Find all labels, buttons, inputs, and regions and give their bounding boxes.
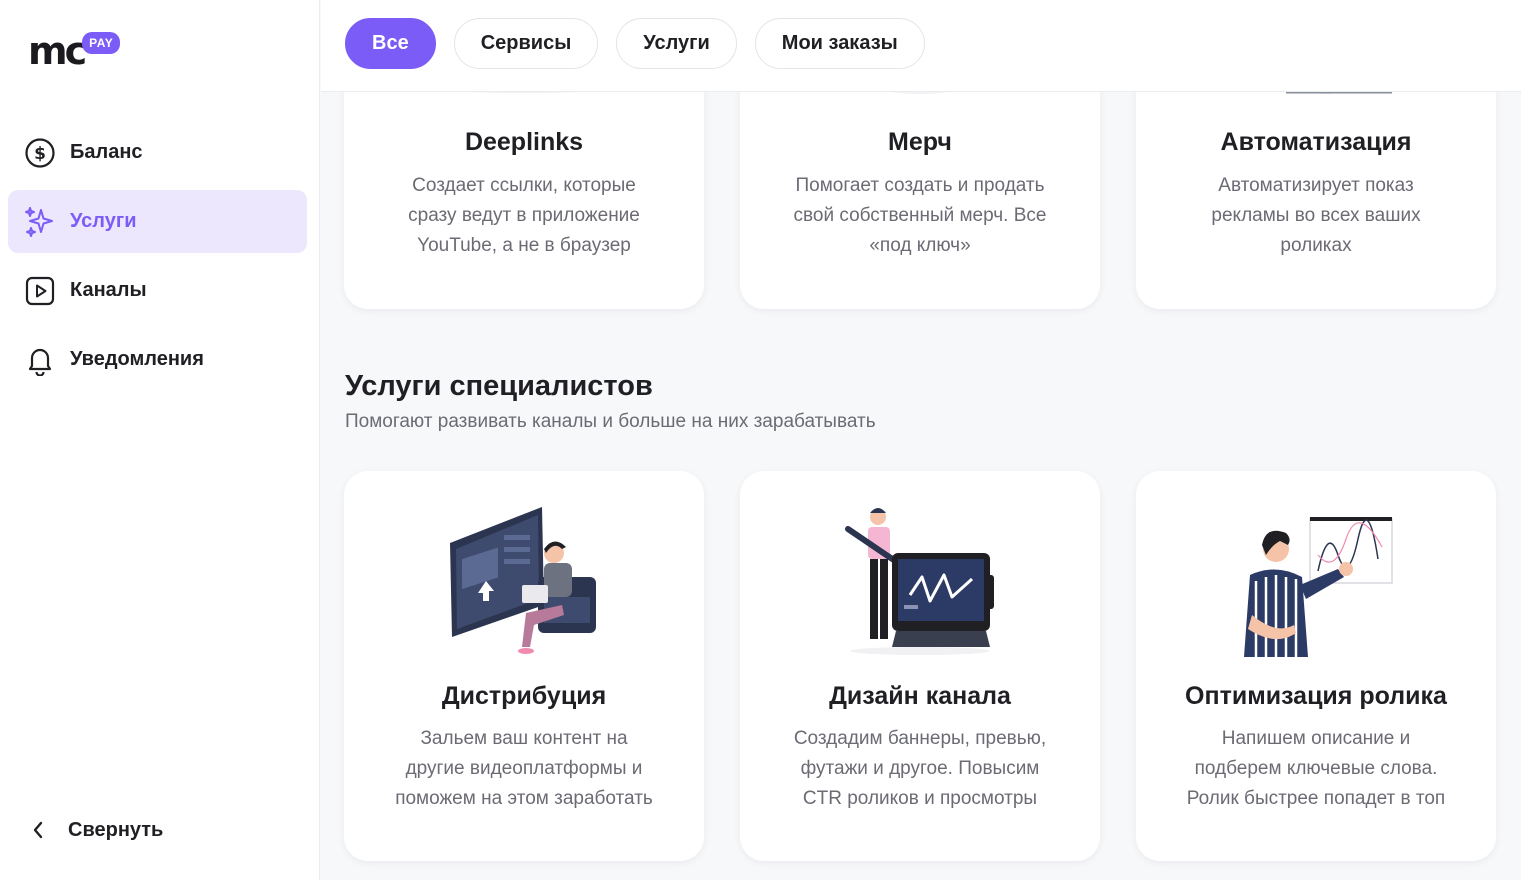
sparkles-icon bbox=[24, 206, 56, 238]
card-description-line: футажи и другое. Повысим bbox=[800, 758, 1040, 779]
card-title: Deeplinks bbox=[464, 128, 584, 156]
play-square-icon bbox=[24, 275, 56, 307]
filter-chip-services[interactable]: Сервисы bbox=[453, 18, 599, 69]
sidebar-item-balance[interactable]: $ Баланс bbox=[8, 121, 307, 184]
sidebar-item-label: Каналы bbox=[70, 279, 147, 301]
card-description: Создает ссылки, которые сразу ведут в пр… bbox=[344, 171, 704, 261]
section-subtitle: Помогают развивать каналы и больше на ни… bbox=[345, 411, 876, 432]
sidebar-item-label: Услуги bbox=[70, 210, 137, 232]
specialist-card-distribution[interactable]: Дистрибуция Зальем ваш контент на другие… bbox=[344, 471, 704, 861]
card-description-line: рекламы во всех ваших bbox=[1211, 205, 1421, 226]
card-title: Дизайн канала bbox=[829, 682, 1011, 710]
channel-design-illustration bbox=[845, 508, 994, 655]
card-description-line: поможем на этом заработать bbox=[395, 788, 653, 809]
logo-pay-badge: PAY bbox=[82, 32, 121, 54]
sidebar-item-notifications[interactable]: Уведомления bbox=[8, 328, 307, 391]
dollar-circle-icon: $ bbox=[24, 137, 56, 169]
card-description-line: подберем ключевые слова. bbox=[1194, 758, 1438, 779]
card-description-line: CTR роликов и просмотры bbox=[802, 788, 1038, 809]
card-description-line: «под ключ» bbox=[869, 235, 971, 256]
card-description: Автоматизирует показ рекламы во всех ваш… bbox=[1136, 171, 1496, 261]
card-description-line: Автоматизирует показ bbox=[1218, 175, 1414, 196]
specialist-card-video-optimization[interactable]: Оптимизация ролика Напишем описание и по… bbox=[1136, 471, 1496, 861]
card-description-line: Помогает создать и продать bbox=[795, 175, 1045, 196]
video-optimization-illustration bbox=[1244, 517, 1393, 657]
specialist-card-channel-design[interactable]: Дизайн канала Создадим баннеры, превью, … bbox=[740, 471, 1100, 861]
section-title: Услуги специалистов bbox=[345, 370, 653, 402]
card-description: Помогает создать и продать свой собствен… bbox=[740, 171, 1100, 261]
card-title: Автоматизация bbox=[1220, 128, 1412, 156]
filter-chip-specialist-services[interactable]: Услуги bbox=[616, 18, 737, 69]
logo-text: mc bbox=[28, 29, 87, 73]
card-description: Создадим баннеры, превью, футажи и друго… bbox=[740, 724, 1100, 814]
card-title: Оптимизация ролика bbox=[1185, 682, 1447, 710]
svg-text:$: $ bbox=[34, 144, 46, 164]
card-description: Напишем описание и подберем ключевые сло… bbox=[1136, 724, 1496, 814]
sidebar-nav: $ Баланс Услуги Каналы Уведомления bbox=[8, 121, 307, 397]
card-description-line: Создадим баннеры, превью, bbox=[793, 728, 1047, 749]
sidebar-item-channels[interactable]: Каналы bbox=[8, 259, 307, 322]
sidebar-item-services[interactable]: Услуги bbox=[8, 190, 307, 253]
card-description-line: другие видеоплатформы и bbox=[405, 758, 643, 779]
filter-chips: Все Сервисы Услуги Мои заказы bbox=[345, 18, 925, 69]
filter-chip-all[interactable]: Все bbox=[345, 18, 436, 69]
card-title: Мерч bbox=[888, 128, 952, 156]
card-description-line: Зальем ваш контент на bbox=[420, 728, 628, 749]
main-content: Deeplinks Создает ссылки, которые сразу … bbox=[321, 0, 1521, 880]
card-description-line: свой собственный мерч. Все bbox=[793, 205, 1047, 226]
distribution-illustration bbox=[450, 507, 596, 654]
card-description-line: Ролик быстрее попадет в топ bbox=[1186, 788, 1446, 809]
filter-chip-my-orders[interactable]: Мои заказы bbox=[754, 18, 925, 69]
collapse-label: Свернуть bbox=[68, 818, 164, 841]
card-title: Дистрибуция bbox=[441, 682, 607, 710]
card-description-line: сразу ведут в приложение bbox=[408, 205, 640, 226]
card-description-line: Напишем описание и bbox=[1221, 728, 1411, 749]
bell-icon bbox=[24, 344, 56, 376]
sidebar: mc PAY $ Баланс Услуги Каналы Уведомлени… bbox=[0, 0, 320, 880]
chevron-left-icon bbox=[24, 812, 52, 848]
card-description-line: роликах bbox=[1280, 235, 1352, 256]
card-description-line: YouTube, а не в браузер bbox=[417, 235, 631, 256]
sidebar-item-label: Баланс bbox=[70, 141, 143, 163]
card-description-line: Создает ссылки, которые bbox=[412, 175, 636, 196]
logo[interactable]: mc PAY bbox=[28, 29, 121, 73]
card-description: Зальем ваш контент на другие видеоплатфо… bbox=[344, 724, 704, 814]
sidebar-item-label: Уведомления bbox=[70, 348, 204, 370]
collapse-sidebar-button[interactable]: Свернуть bbox=[24, 812, 163, 848]
filter-bar: Все Сервисы Услуги Мои заказы bbox=[321, 0, 1521, 92]
